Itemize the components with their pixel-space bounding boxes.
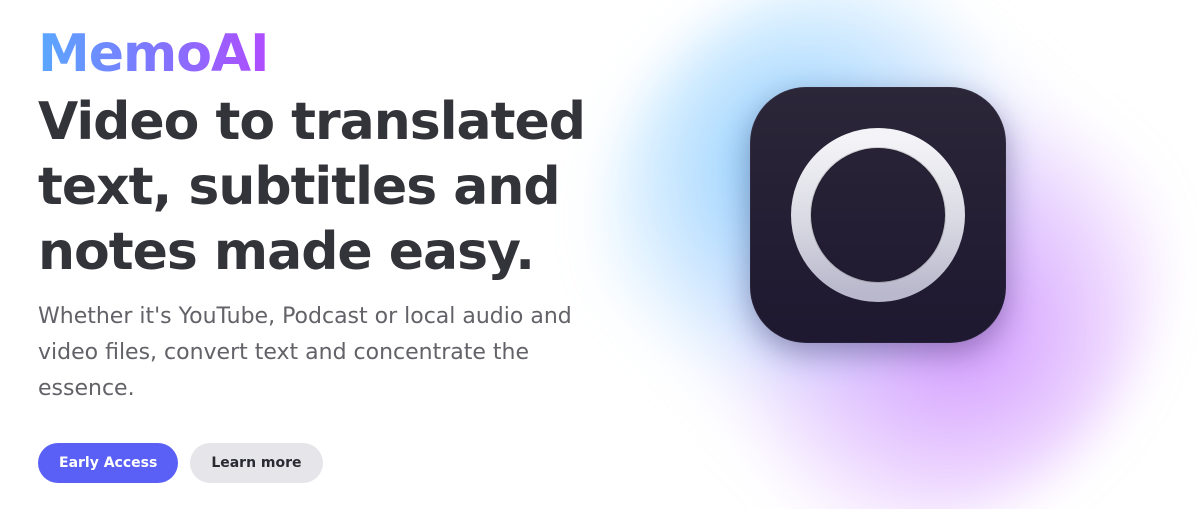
- subtitle: Whether it's YouTube, Podcast or local a…: [38, 304, 572, 401]
- app-icon: [750, 87, 1006, 343]
- brand-logo: MemoAI: [38, 24, 270, 84]
- ring-icon: [791, 128, 965, 302]
- learn-more-button[interactable]: Learn more: [190, 443, 323, 483]
- hero-content: MemoAI Video to translated text, subtitl…: [38, 24, 638, 483]
- hero-section: MemoAI Video to translated text, subtitl…: [0, 0, 1197, 509]
- early-access-button[interactable]: Early Access: [38, 443, 179, 483]
- headline: Video to translated text, subtitles and …: [38, 92, 586, 282]
- cta-group: Early Access Learn more: [38, 443, 638, 483]
